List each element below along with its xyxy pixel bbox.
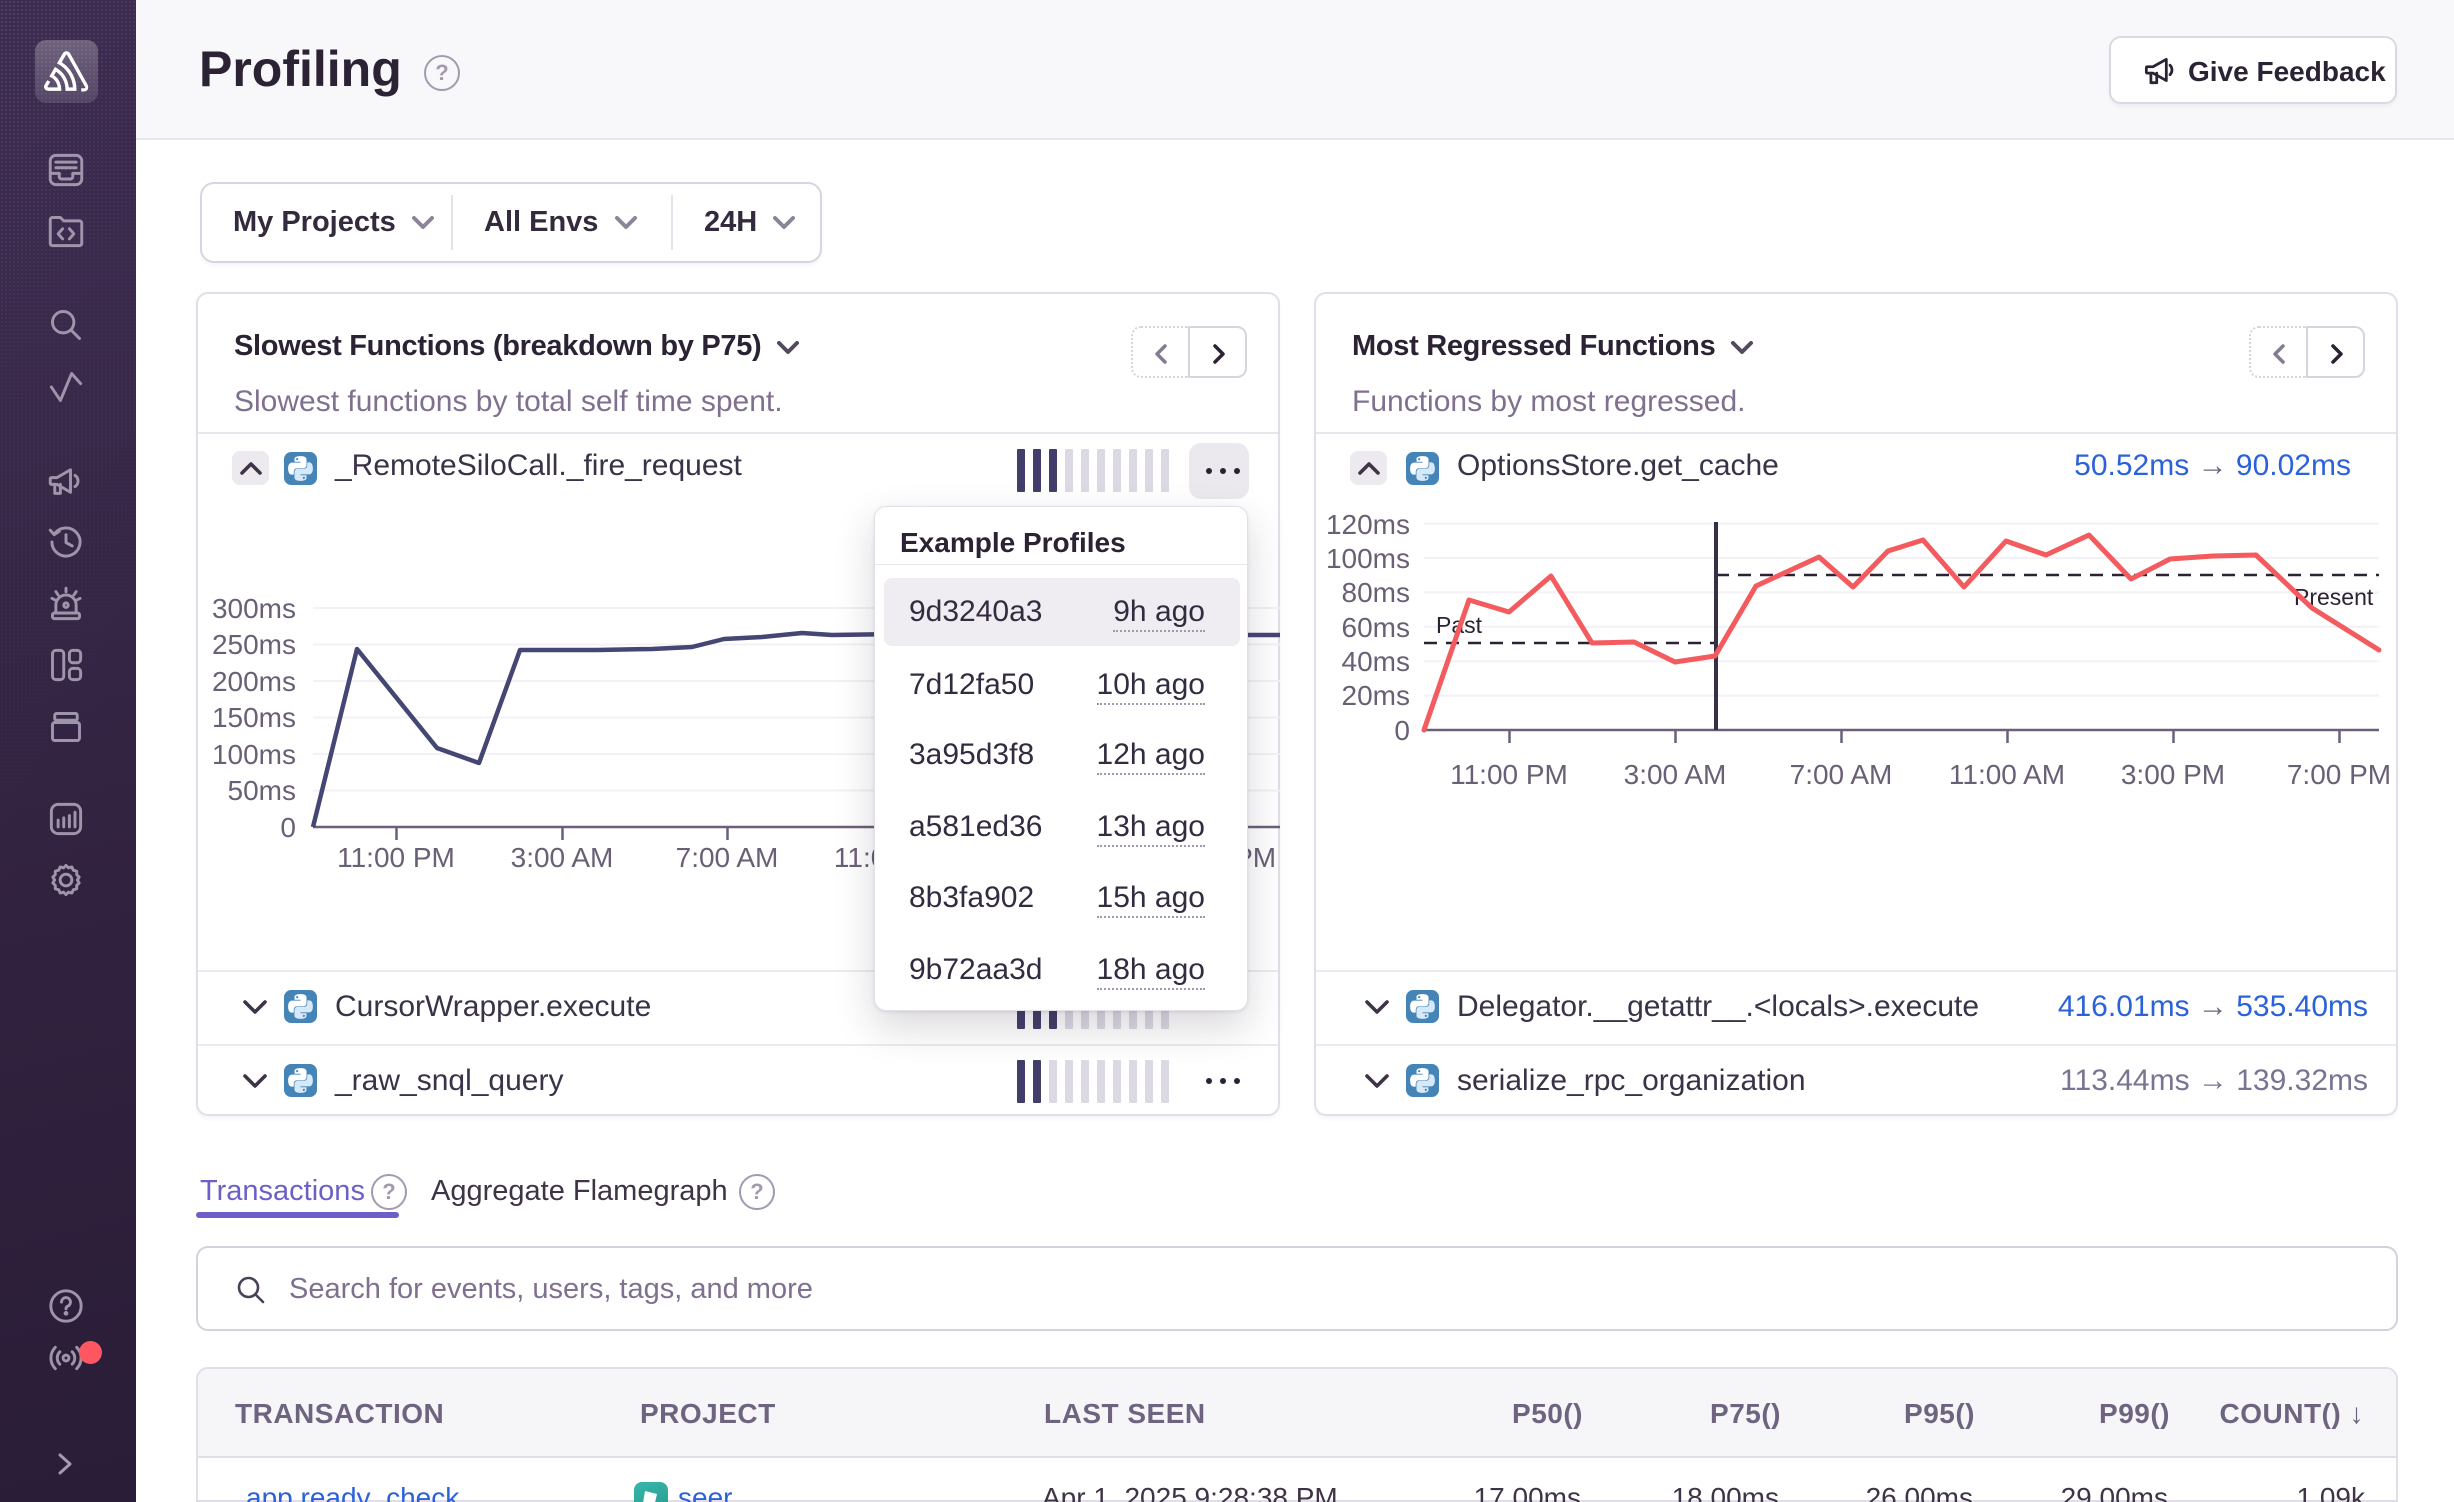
svg-text:50ms: 50ms: [228, 775, 296, 806]
svg-text:150ms: 150ms: [212, 702, 296, 733]
svg-text:100ms: 100ms: [212, 739, 296, 770]
svg-text:0: 0: [280, 812, 296, 843]
svg-text:7:00 AM: 7:00 AM: [1790, 759, 1893, 790]
svg-text:7:00 AM: 7:00 AM: [676, 842, 779, 873]
svg-text:Present: Present: [2294, 584, 2374, 610]
svg-text:3:00 PM: 3:00 PM: [2121, 759, 2225, 790]
svg-text:100ms: 100ms: [1326, 543, 1410, 574]
svg-text:40ms: 40ms: [1342, 646, 1410, 677]
svg-text:300ms: 300ms: [212, 593, 296, 624]
svg-text:11:00 AM: 11:00 AM: [1949, 759, 2065, 790]
svg-text:3:00 AM: 3:00 AM: [1624, 759, 1727, 790]
svg-text:11:00 PM: 11:00 PM: [1450, 759, 1568, 790]
svg-text:20ms: 20ms: [1342, 680, 1410, 711]
svg-text:250ms: 250ms: [212, 629, 296, 660]
svg-text:200ms: 200ms: [212, 666, 296, 697]
svg-text:11:00 PM: 11:00 PM: [337, 842, 455, 873]
svg-text:0: 0: [1394, 715, 1410, 746]
svg-text:120ms: 120ms: [1326, 509, 1410, 540]
svg-text:60ms: 60ms: [1342, 612, 1410, 643]
svg-text:3:00 AM: 3:00 AM: [511, 842, 614, 873]
svg-text:7:00 PM: 7:00 PM: [2287, 759, 2391, 790]
svg-text:80ms: 80ms: [1342, 577, 1410, 608]
